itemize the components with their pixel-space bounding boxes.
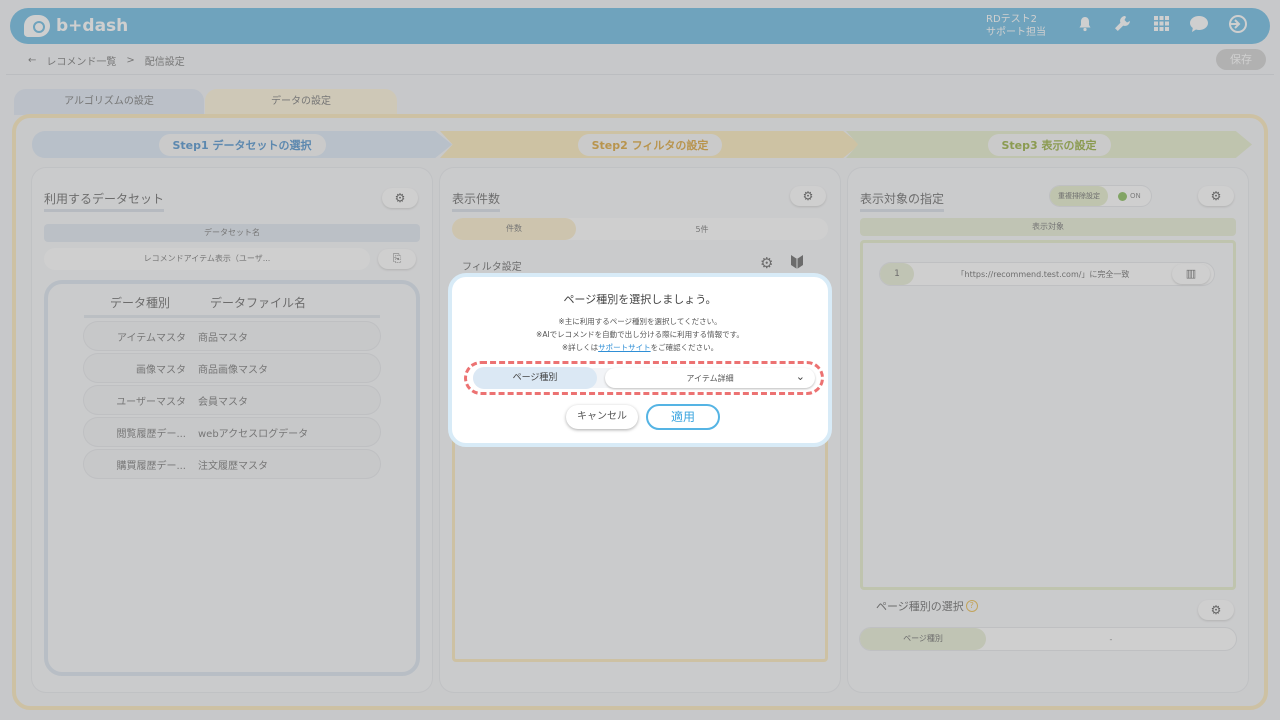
modal-desc-post: をご確認ください。 [650, 343, 719, 352]
modal-desc-line3: ※詳しくはサポートサイトをご確認ください。 [452, 341, 828, 354]
page-type-select-row: ページ種別 アイテム詳細 ⌄ [473, 367, 815, 389]
page-type-selected: アイテム詳細 [686, 373, 734, 383]
cancel-button[interactable]: キャンセル [566, 405, 638, 429]
modal-desc-line1: ※主に利用するページ種別を選択してください。 [558, 317, 722, 326]
page-type-select-key: ページ種別 [473, 367, 597, 389]
modal-desc-pre: ※詳しくは [561, 343, 599, 352]
highlight-dashed-outline: ページ種別 アイテム詳細 ⌄ [464, 361, 824, 395]
page-type-dropdown[interactable]: アイテム詳細 ⌄ [605, 368, 815, 388]
modal-title: ページ種別を選択しましょう。 [563, 293, 717, 306]
modal-desc-line2: ※AIでレコメンドを自動で出し分ける際に利用する情報です。 [536, 330, 744, 339]
chevron-down-icon: ⌄ [795, 370, 805, 383]
modal-description: ※主に利用するページ種別を選択してください。 ※AIでレコメンドを自動で出し分け… [452, 315, 828, 354]
apply-button[interactable]: 適用 [646, 404, 720, 430]
support-site-link[interactable]: サポートサイト [598, 343, 651, 352]
page-type-modal: ページ種別を選択しましょう。 ※主に利用するページ種別を選択してください。 ※A… [448, 273, 832, 447]
